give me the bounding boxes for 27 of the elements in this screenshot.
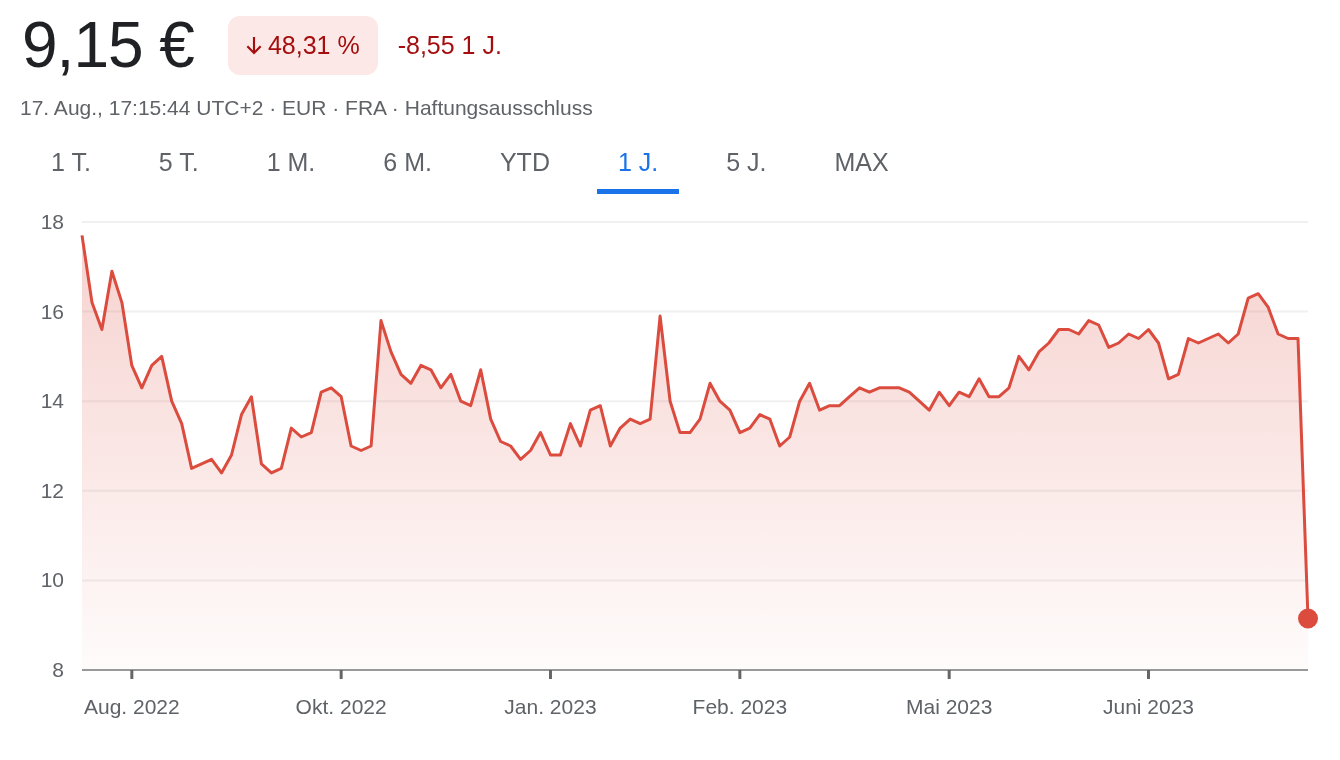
y-axis-label: 14 <box>40 389 64 413</box>
x-axis-label: Juni 2023 <box>1103 695 1195 718</box>
x-axis-label: Okt. 2022 <box>295 695 387 718</box>
x-axis-label: Mai 2023 <box>906 695 993 718</box>
y-axis-label: 18 <box>40 210 64 233</box>
x-axis-label: Jan. 2023 <box>504 695 597 718</box>
y-axis-label: 16 <box>40 299 64 323</box>
stock-price: 9,15 € <box>22 8 194 82</box>
range-tab[interactable]: 5 J. <box>705 134 788 194</box>
change-percent: 48,31 % <box>267 30 360 60</box>
range-tab[interactable]: MAX <box>813 134 910 194</box>
range-tab[interactable]: YTD <box>478 134 571 194</box>
range-tab[interactable]: 6 M. <box>362 134 453 194</box>
x-axis-label: Aug. 2022 <box>83 695 180 718</box>
quote-info: 17. Aug., 17:15:44 UTC+2 · EUR · FRA · <box>20 96 399 120</box>
disclaimer-link[interactable]: Haftungsausschluss <box>404 96 593 120</box>
range-tab[interactable]: 1 M. <box>245 134 337 194</box>
last-price-marker <box>1298 608 1318 629</box>
x-axis-label: Feb. 2023 <box>692 695 788 718</box>
range-tab[interactable]: 5 T. <box>137 134 220 194</box>
range-tab[interactable]: 1 J. <box>596 134 680 194</box>
y-axis-label: 12 <box>40 478 64 502</box>
price-change: -8,55 1 J. <box>397 30 502 60</box>
y-axis-label: 10 <box>40 568 64 592</box>
down-arrow-icon <box>245 35 262 55</box>
y-axis-label: 8 <box>52 658 64 681</box>
range-tab[interactable]: 1 T. <box>30 134 112 194</box>
